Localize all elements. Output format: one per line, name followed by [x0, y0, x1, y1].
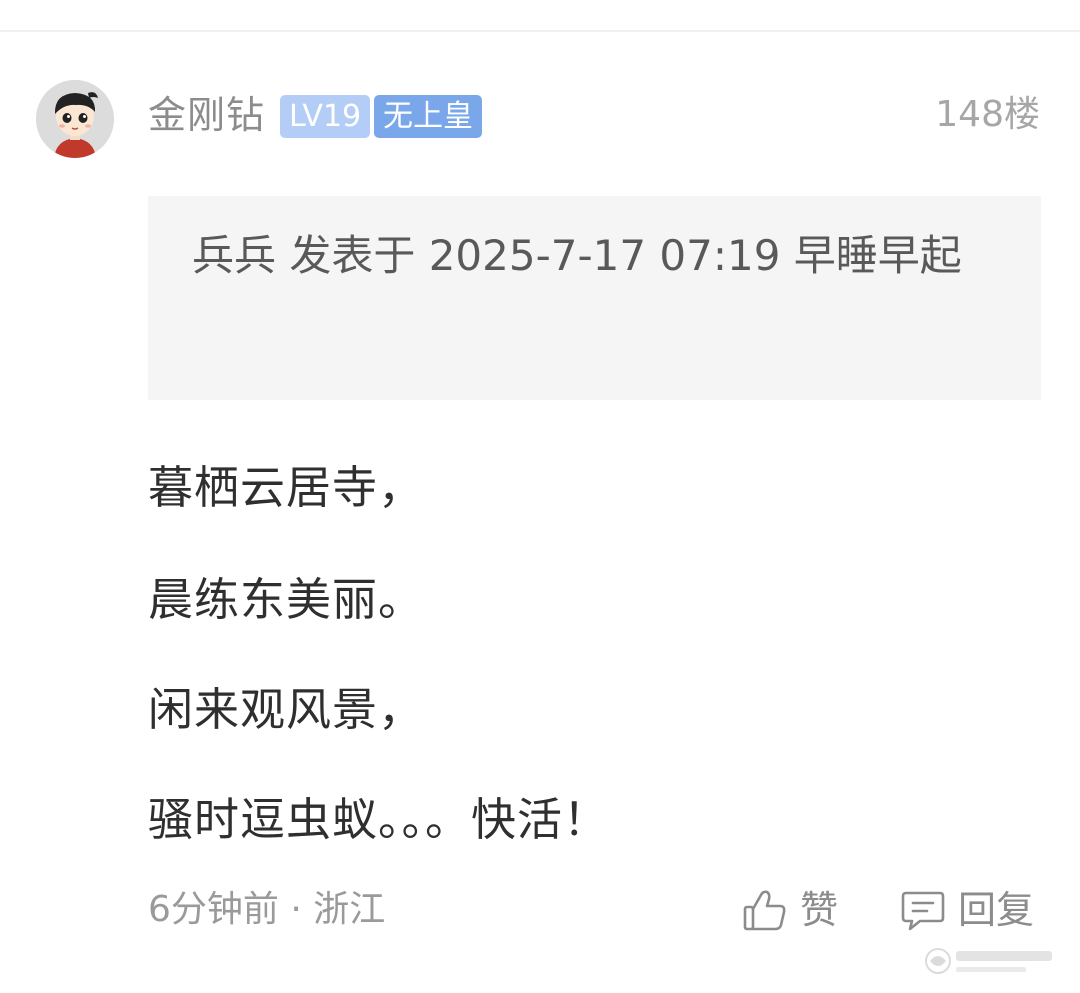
- floor-number: 148楼: [935, 94, 1040, 135]
- comment-bubble-icon: [900, 887, 946, 933]
- quote-text: 兵兵 发表于 2025-7-17 07:19 早睡早起: [192, 231, 962, 280]
- reply-label: 回复: [958, 888, 1035, 932]
- like-label: 赞: [800, 888, 839, 932]
- post-content-line: 暮栖云居寺，: [148, 461, 425, 514]
- avatar-image: [36, 80, 114, 158]
- thumbs-up-icon: [742, 887, 788, 933]
- reply-button[interactable]: 回复: [900, 884, 1034, 936]
- title-badge: 无上皇: [374, 95, 482, 138]
- post-content-line: 闲来观风景，: [148, 683, 425, 736]
- username[interactable]: 金刚钻: [148, 91, 265, 139]
- post-content-line: 晨练东美丽。: [148, 573, 425, 626]
- quote-box[interactable]: 兵兵 发表于 2025-7-17 07:19 早睡早起: [148, 196, 1041, 400]
- level-badge: LV19: [280, 95, 371, 138]
- like-button[interactable]: 赞: [742, 884, 838, 936]
- post-meta: 6分钟前 · 浙江: [148, 889, 386, 930]
- post-content-line: 骚时逗虫蚁。。。快活！: [148, 793, 610, 846]
- avatar[interactable]: [36, 80, 114, 158]
- top-divider: [0, 30, 1080, 32]
- site-watermark-logo: [920, 941, 1060, 981]
